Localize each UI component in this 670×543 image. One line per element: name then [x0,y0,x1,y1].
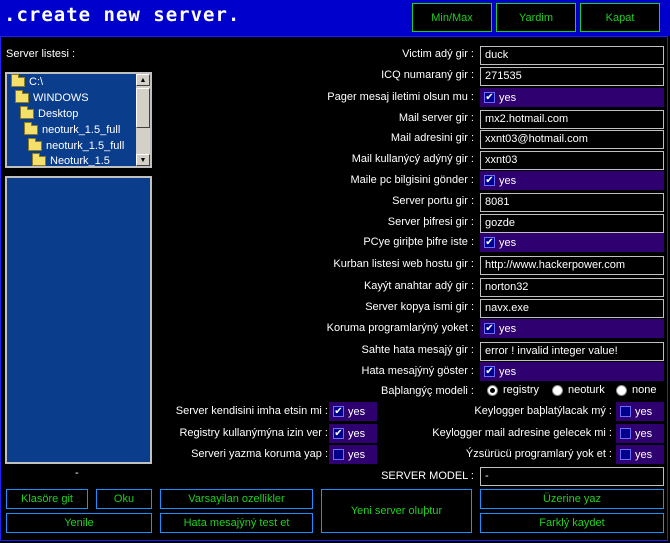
mail-address-label: Mail adresini gir : [390,132,474,144]
folder-open-icon [32,153,46,166]
registry-key-input[interactable]: norton32 [480,278,664,297]
radio-selected-icon [487,384,498,396]
write-protect-label: Serveri yazma koruma yap : [191,448,328,460]
kill-tracker-checkbox[interactable]: yes [616,445,664,464]
pager-label: Pager mesaj iletimi olsun mu : [327,91,474,103]
radio-neoturk[interactable]: neoturk [547,384,605,396]
write-protect-checkbox[interactable]: yes [329,445,377,464]
pc-password-label: PCye giriþte þifre iste : [363,236,474,248]
tree-item-selected[interactable]: Neoturk_1.5 [32,153,110,166]
tree-scrollbar[interactable]: ▲ ▼ [136,74,150,166]
title-bar: .create new server. Min/Max Yardim Kapat [0,0,670,36]
refresh-button[interactable]: Yenile [6,513,152,533]
save-as-button[interactable]: Farklý kaydet [480,513,664,533]
allow-registry-label: Registry kullanýmýna izin ver : [179,427,328,439]
check-icon: ✔ [484,322,495,334]
allow-registry-checkbox[interactable]: ✔ yes [329,424,377,443]
keylogger-mail-label: Keylogger mail adresine gelecek mi : [432,427,612,439]
startup-model-label: Baþlangýç modeli : [381,385,474,397]
icq-label: ICQ numaraný gir : [381,69,474,81]
goto-folder-button[interactable]: Klasöre git [6,489,88,509]
create-server-button[interactable]: Yeni server oluþtur [321,489,472,533]
check-icon: ✔ [333,427,344,439]
server-password-label: Server þifresi gir : [387,216,474,228]
show-error-label: Hata mesajýný göster : [361,365,475,377]
file-list-panel[interactable] [5,176,152,464]
checkbox-empty-icon [620,449,631,460]
host-input[interactable]: http://www.hackerpower.com [480,256,664,275]
mail-user-input[interactable]: xxnt03 [480,151,664,170]
checkbox-empty-icon [333,449,344,460]
registry-key-label: Kayýt anahtar adý gir : [363,280,474,292]
check-icon: ✔ [333,405,344,417]
radio-icon [616,384,627,396]
kill-protection-label: Koruma programlarýný yoket : [326,322,474,334]
server-list-label: Server listesi : [6,48,76,60]
mail-server-input[interactable]: mx2.hotmail.com [480,110,664,129]
test-error-button[interactable]: Hata mesajýný test et [160,513,313,533]
check-icon: ✔ [484,174,495,186]
app-title: .create new server. [4,4,241,26]
folder-icon [20,106,34,119]
mail-pc-info-label: Maile pc bilgisini gönder : [350,174,474,186]
radio-none[interactable]: none [611,384,656,396]
fake-error-label: Sahte hata mesajý gir : [361,344,474,356]
server-model-input[interactable]: - [480,467,664,486]
self-destruct-checkbox[interactable]: ✔ yes [329,402,377,421]
kill-tracker-label: Ýzsürücü programlarý yok et : [465,448,612,460]
tree-item[interactable]: C:\ [11,74,43,88]
radio-icon [552,384,563,396]
server-model-label: SERVER MODEL : [381,470,474,482]
read-button[interactable]: Oku [96,489,152,509]
keylogger-mail-checkbox[interactable]: yes [616,424,664,443]
server-port-input[interactable]: 8081 [480,193,664,212]
radio-registry[interactable]: registry [482,384,539,396]
icq-input[interactable]: 271535 [480,67,664,86]
kill-protection-checkbox[interactable]: ✔ yes [480,319,664,338]
help-button[interactable]: Yardim [496,3,576,32]
overwrite-button[interactable]: Üzerine yaz [480,489,664,509]
folder-tree[interactable]: C:\ WINDOWS Desktop neoturk_1.5_full neo… [5,72,152,168]
folder-icon [15,90,29,103]
tree-item[interactable]: WINDOWS [15,90,89,104]
scroll-down-icon[interactable]: ▼ [136,154,150,166]
host-label: Kurban listesi web hostu gir : [333,258,474,270]
folder-icon [28,138,42,151]
pc-password-checkbox[interactable]: ✔ yes [480,233,664,252]
checkbox-empty-icon [620,428,631,439]
check-icon: ✔ [484,91,495,103]
checkbox-empty-icon [620,406,631,417]
tree-item[interactable]: neoturk_1.5_full [28,138,124,152]
tree-item[interactable]: Desktop [20,106,78,120]
default-settings-button[interactable]: Varsayilan ozellikler [160,489,313,509]
scroll-up-icon[interactable]: ▲ [136,74,150,86]
server-copy-input[interactable]: navx.exe [480,299,664,318]
check-icon: ✔ [484,365,495,377]
pager-checkbox[interactable]: ✔ yes [480,88,664,107]
minmax-button[interactable]: Min/Max [412,3,492,32]
folder-icon [24,122,38,135]
server-copy-label: Server kopya ismi gir : [365,301,474,313]
victim-name-input[interactable]: duck [480,46,664,65]
folder-icon [11,74,25,87]
fake-error-input[interactable]: error ! invalid integer value! [480,342,664,361]
self-destruct-label: Server kendisini imha etsin mi : [175,405,328,417]
server-password-input[interactable]: gozde [480,214,664,233]
scroll-thumb[interactable] [136,88,150,128]
mail-pc-info-checkbox[interactable]: ✔ yes [480,171,664,190]
close-button[interactable]: Kapat [580,3,660,32]
tree-item[interactable]: neoturk_1.5_full [24,122,120,136]
show-error-checkbox[interactable]: ✔ yes [480,362,664,381]
status-text: - [75,467,79,479]
keylogger-start-label: Keylogger baþlatýlacak mý : [474,405,612,417]
mail-address-input[interactable]: xxnt03@hotmail.com [480,130,664,149]
server-port-label: Server portu gir : [392,195,474,207]
victim-name-label: Victim adý gir : [402,48,474,60]
check-icon: ✔ [484,236,495,248]
mail-server-label: Mail server gir : [398,112,474,124]
mail-user-label: Mail kullanýcý adýný gir : [351,153,474,165]
keylogger-start-checkbox[interactable]: yes [616,402,664,421]
